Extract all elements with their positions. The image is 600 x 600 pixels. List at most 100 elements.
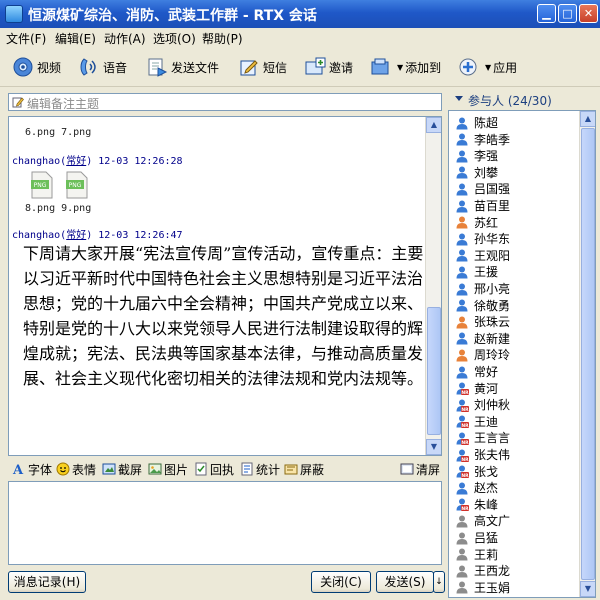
shield-button[interactable]: 屏蔽 (284, 461, 324, 477)
add-to-button[interactable]: ▼ 添加到 (370, 55, 441, 79)
stats-button[interactable]: 统计 (240, 461, 280, 477)
chat-history[interactable]: 6.png 7.png changhao(常好) 12-03 12:26:28 … (8, 116, 442, 456)
menu-file[interactable]: 文件(F) (6, 30, 46, 47)
participant-name: 邢小亮 (474, 282, 511, 296)
scroll-up-icon[interactable]: ▲ (426, 117, 441, 133)
scroll-up-icon[interactable]: ▲ (580, 111, 595, 127)
emoji-button[interactable]: 表情 (56, 461, 96, 477)
sms-button[interactable]: 短信 (238, 55, 287, 79)
image-button[interactable]: 图片 (148, 461, 188, 477)
sender-alias-link[interactable]: 常好 (66, 230, 86, 241)
invite-button[interactable]: 邀请 (304, 55, 353, 79)
participants-scrollbar[interactable]: ▲ ▼ (579, 111, 595, 597)
apps-button[interactable]: ▼ 应用 (458, 55, 517, 79)
user-avatar-icon (455, 116, 469, 130)
participant-item[interactable]: 王玉娟 (455, 579, 510, 596)
participant-item[interactable]: 李皓季 (455, 131, 510, 148)
scroll-thumb[interactable] (427, 307, 441, 435)
scroll-down-icon[interactable]: ▼ (580, 581, 595, 597)
user-avatar-icon (455, 182, 469, 196)
participant-item[interactable]: 赵杰 (455, 479, 498, 496)
participant-item[interactable]: NR 刘仲秋 (455, 396, 510, 413)
participant-item[interactable]: 王观阳 (455, 247, 510, 264)
participant-item[interactable]: 王援 (455, 263, 498, 280)
participant-item[interactable]: 高文广 (455, 512, 510, 529)
menu-help[interactable]: 帮助(P) (202, 30, 243, 47)
receipt-button[interactable]: 回执 (194, 461, 234, 477)
send-button[interactable]: 发送(S) (376, 571, 434, 593)
participants-header[interactable]: 参与人 (24/30) (448, 90, 596, 108)
participant-item[interactable]: 刘攀 (455, 164, 498, 181)
participant-name: 吕猛 (474, 531, 499, 545)
user-avatar-icon (455, 564, 469, 578)
format-toolbar: A 字体 表情 截屏 图片 回执 统计 屏蔽 清屏 (8, 459, 442, 479)
chat-scrollbar[interactable]: ▲ ▼ (425, 117, 441, 455)
user-avatar-icon (455, 580, 469, 594)
menu-bar: 文件(F) 编辑(E) 动作(A) 选项(O) 帮助(P) (0, 28, 600, 47)
topic-input[interactable]: 编辑备注主题 (8, 93, 442, 111)
participant-item[interactable]: 王西龙 (455, 562, 510, 579)
menu-edit[interactable]: 编辑(E) (55, 30, 96, 47)
send-options-button[interactable]: ↓ (433, 571, 445, 593)
participants-list[interactable]: 陈超 李皓季 李强 刘攀 吕国强苗百里苏红 孙华东 王观阳 王援邢小亮 徐敬勇 张珠云 赵新建 周玲玲… (448, 110, 596, 598)
file-names-row-2: 8.png 9.png (25, 203, 92, 214)
menu-options[interactable]: 选项(O) (153, 30, 196, 47)
close-button[interactable]: 关闭(C) (311, 571, 371, 593)
participant-item[interactable]: 吕国强 (455, 180, 510, 197)
sender-alias-link[interactable]: 常好 (66, 156, 86, 167)
participant-item[interactable]: 赵新建 (455, 330, 510, 347)
participant-item[interactable]: 张珠云 (455, 313, 510, 330)
add-to-icon (370, 56, 392, 78)
participant-item[interactable]: 苗百里 (455, 197, 510, 214)
participant-name: 李皓季 (474, 132, 511, 147)
clear-screen-button[interactable]: 清屏 (400, 461, 440, 477)
participant-item[interactable]: NR 黄河 (455, 380, 498, 397)
participant-item[interactable]: 王莉 (455, 546, 498, 563)
invite-icon (304, 56, 326, 78)
message-input[interactable] (8, 481, 442, 565)
voice-button[interactable]: 语音 (78, 55, 127, 79)
participant-name: 吕国强 (474, 182, 511, 197)
participant-item[interactable]: NR 王迪 (455, 413, 498, 430)
rtx-app-icon (5, 5, 23, 23)
participant-item[interactable]: 李强 (455, 147, 498, 164)
clear-screen-icon (400, 462, 414, 476)
png-file-icon[interactable]: PNG (64, 171, 90, 199)
participant-item[interactable]: 孙华东 (455, 230, 510, 247)
send-file-button[interactable]: 发送文件 (146, 55, 219, 79)
participant-item[interactable]: 常好 (455, 363, 498, 380)
participant-item[interactable]: NR 朱峰 (455, 496, 498, 513)
close-window-button[interactable]: ✕ (579, 4, 598, 23)
screenshot-button[interactable]: 截屏 (102, 461, 142, 477)
minimize-button[interactable]: ▁ (537, 4, 556, 23)
participant-item[interactable]: NR 张夫伟 (455, 446, 510, 463)
title-bar: 恒源煤矿综治、消防、武装工作群 - RTX 会话 ▁ □ ✕ (0, 0, 600, 28)
participant-item[interactable]: 徐敬勇 (455, 297, 510, 314)
history-button[interactable]: 消息记录(H) (8, 571, 86, 593)
participant-name: 苗百里 (474, 199, 511, 213)
participant-name: 苏红 (474, 215, 499, 230)
participant-name: 刘仲秋 (474, 398, 511, 413)
maximize-button[interactable]: □ (558, 4, 577, 23)
user-avatar-icon (455, 199, 469, 213)
font-button[interactable]: A 字体 (12, 461, 52, 479)
participant-item[interactable]: NR 王言言 (455, 429, 510, 446)
svg-text:NR: NR (461, 423, 469, 428)
participant-name: 张夫伟 (474, 448, 511, 462)
scroll-down-icon[interactable]: ▼ (426, 439, 441, 455)
user-avatar-icon (455, 331, 469, 345)
png-file-icon[interactable]: PNG (29, 171, 55, 199)
participant-item[interactable]: 邢小亮 (455, 280, 510, 297)
menu-action[interactable]: 动作(A) (104, 30, 146, 47)
voice-icon (78, 56, 100, 78)
participant-item[interactable]: 陈超 (455, 114, 498, 131)
participants-count: 参与人 (24/30) (468, 94, 552, 108)
topic-placeholder: 编辑备注主题 (27, 97, 100, 111)
participant-item[interactable]: 周玲玲 (455, 346, 510, 363)
dropdown-caret-icon: ▼ (485, 62, 492, 72)
scroll-thumb[interactable] (581, 128, 595, 580)
video-button[interactable]: 视频 (12, 55, 61, 79)
participant-item[interactable]: 苏红 (455, 214, 498, 231)
participant-item[interactable]: 吕猛 (455, 529, 498, 546)
participant-item[interactable]: NR 张戈 (455, 463, 498, 480)
